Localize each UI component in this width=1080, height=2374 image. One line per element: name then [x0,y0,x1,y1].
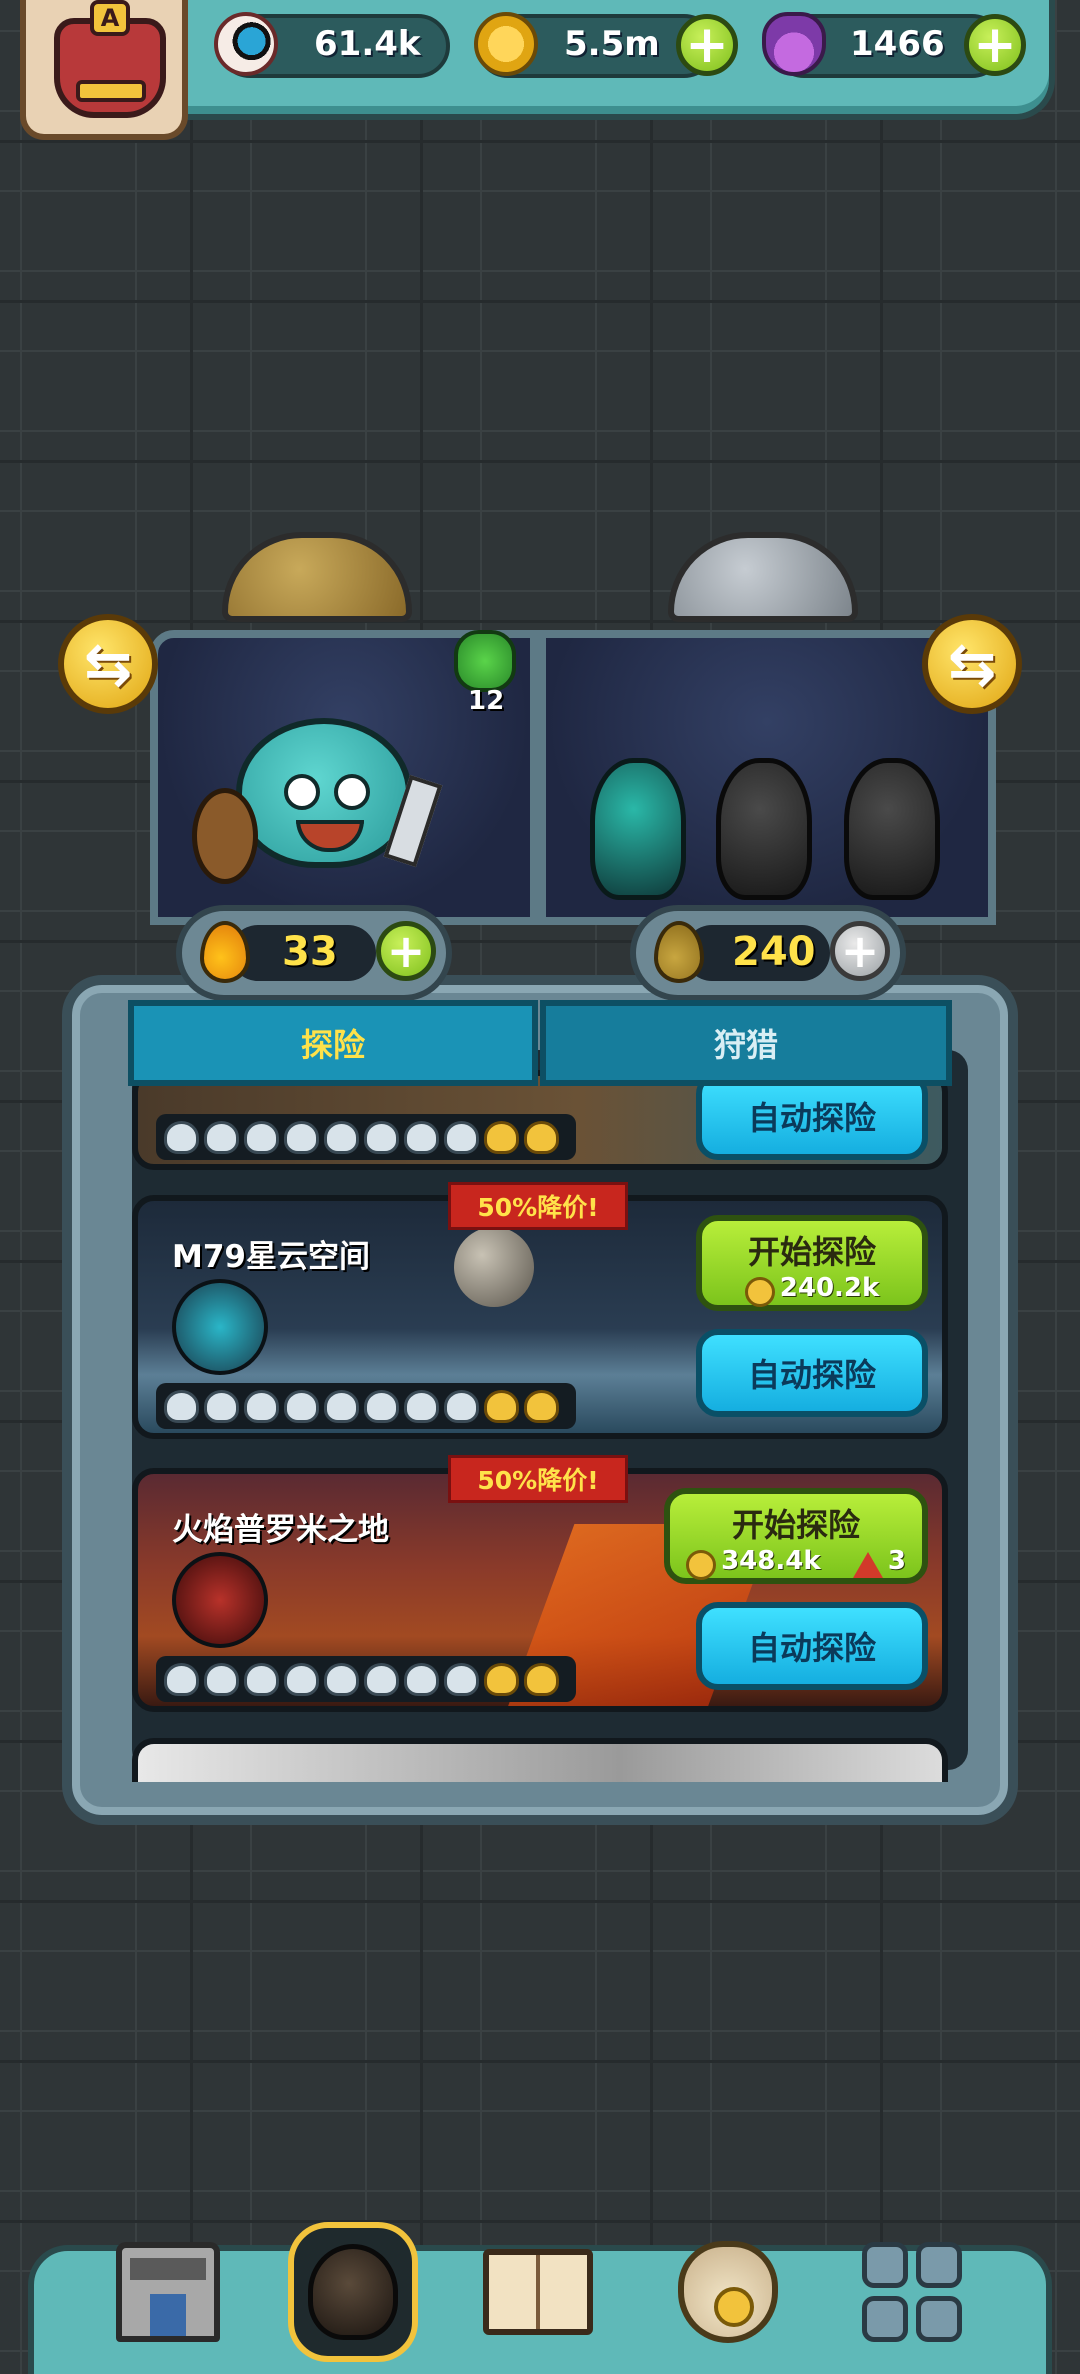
level-title: M79星云空间 [172,1239,370,1275]
grid-nav-button[interactable] [852,2232,972,2352]
grid-icon [862,2242,962,2342]
right-pod-dome [668,532,858,622]
potion-icon [762,12,826,76]
level-title: 火焰普罗米之地 [172,1512,389,1548]
auto-explore-button[interactable]: 自动探险 [696,1329,928,1417]
planet-icon [454,1227,534,1307]
gem-icon [852,1551,883,1578]
coin-value: 5.5m [564,24,660,64]
sale-badge: 50%降价! [448,1182,628,1230]
monster-nav-button[interactable] [288,2222,418,2362]
tab-explore[interactable]: 探险 [128,1000,538,1086]
add-left-elixir-button[interactable]: + [376,921,436,981]
potion-value: 1466 [850,24,945,64]
punk-monster-icon[interactable] [844,758,940,900]
right-elixir-value: 240 [732,929,816,975]
gem-cost: 3 [887,1546,906,1576]
left-swap-button[interactable]: ⇆ [58,614,158,714]
coin-icon [744,1276,775,1307]
add-potions-button[interactable]: + [964,14,1026,76]
left-elixir-bar: 33 + [176,905,452,1001]
money-bag-icon [678,2241,778,2343]
sale-badge: 50%降价! [448,1455,628,1503]
bird-monster-icon[interactable] [590,758,686,900]
clover-icon[interactable] [454,630,516,692]
level-card-m79[interactable]: M79星云空间 开始探险 240.2k 自动探险 [132,1195,948,1439]
eyeball-value: 61.4k [314,24,421,64]
shop-nav-button[interactable] [108,2232,228,2352]
level-card-next[interactable] [132,1738,948,1782]
fire-emblem-icon [172,1552,268,1648]
money-bag-nav-button[interactable] [668,2232,788,2352]
coin-icon [686,1549,716,1580]
book-nav-button[interactable] [478,2232,598,2352]
eyeball-icon [214,12,278,76]
clover-count: 12 [468,686,505,716]
right-swap-button[interactable]: ⇆ [922,614,1022,714]
left-pod: 12 [150,630,538,925]
shield-icon [192,788,258,884]
start-label: 开始探险 [747,1233,876,1271]
tab-hunt[interactable]: 狩猎 [540,1000,952,1086]
nebula-emblem-icon [172,1279,268,1375]
coin-cost: 240.2k [779,1273,880,1303]
blue-monster-icon[interactable] [236,718,412,868]
avatar-mouth [76,80,146,102]
left-pod-dome [222,532,412,622]
rank-badge: A [90,0,130,36]
add-coins-button[interactable]: + [676,14,738,76]
dark-monster-icon[interactable] [716,758,812,900]
coin-cost: 348.4k [721,1546,821,1576]
level-card-fire[interactable]: 火焰普罗米之地 开始探险 348.4k 3 自动探险 [132,1468,948,1712]
shop-icon [116,2242,220,2342]
start-explore-button[interactable]: 开始探险 240.2k [696,1215,928,1311]
right-elixir-bar: 240 + [630,905,906,1001]
difficulty-skulls [156,1383,576,1429]
difficulty-skulls [156,1656,576,1702]
player-avatar[interactable]: A [20,0,188,140]
book-icon [483,2249,593,2335]
tab-bar: 探险 狩猎 [128,1000,952,1088]
start-explore-button[interactable]: 开始探险 348.4k 3 [664,1488,928,1584]
left-elixir-value: 33 [282,929,338,975]
auto-explore-button[interactable]: 自动探险 [696,1602,928,1690]
coin-icon [474,12,538,76]
add-right-elixir-button[interactable]: + [830,921,890,981]
monster-icon [308,2244,398,2340]
difficulty-skulls [156,1114,576,1160]
start-label: 开始探险 [731,1506,860,1544]
